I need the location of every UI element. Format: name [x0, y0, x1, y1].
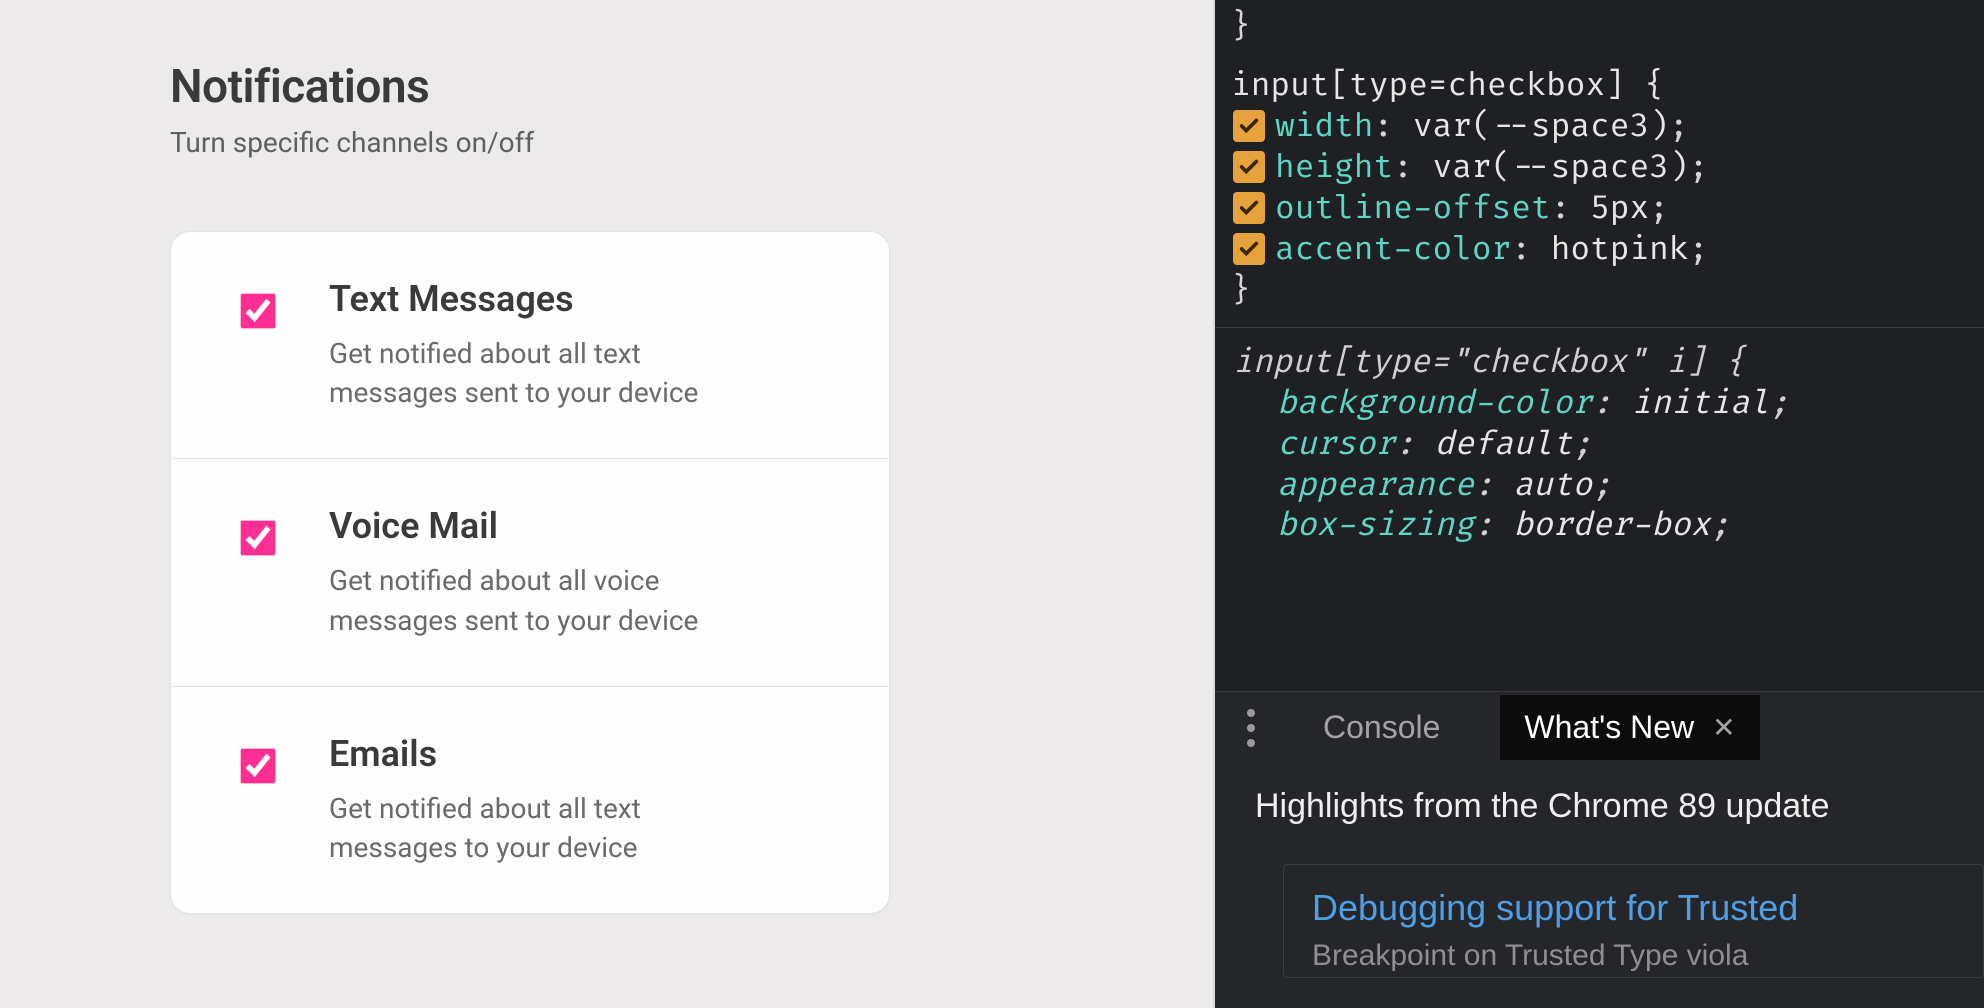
drawer-highlight-card[interactable]: Debugging support for Trusted Breakpoint…: [1283, 864, 1984, 978]
close-icon[interactable]: ✕: [1712, 711, 1735, 744]
declaration-toggle-icon[interactable]: [1233, 151, 1265, 183]
devtools-drawer: Console What's New ✕ Highlights from the…: [1215, 691, 1984, 1008]
checkbox-emails[interactable]: [241, 748, 276, 783]
row-description: Get notified about all text messages to …: [329, 789, 749, 867]
ua-selector: input[type="checkbox" i] {: [1233, 342, 1745, 382]
tab-console[interactable]: Console: [1299, 695, 1464, 760]
styles-user-agent-rule: input[type="checkbox" i] { background-co…: [1215, 328, 1984, 547]
drawer-headline: Highlights from the Chrome 89 update: [1255, 787, 1984, 826]
row-title: Voice Mail: [329, 505, 849, 547]
notifications-row-voice-mail: Voice Mail Get notified about all voice …: [171, 459, 889, 686]
prev-rule-close: }: [1231, 6, 1251, 46]
rule-close-brace: }: [1231, 270, 1251, 310]
checkbox-text-messages[interactable]: [241, 294, 276, 329]
kebab-menu-icon[interactable]: [1239, 709, 1263, 747]
css-selector[interactable]: input[type=checkbox] {: [1231, 65, 1664, 105]
devtools-pane: } input[type=checkbox] { width: var(--sp…: [1215, 0, 1984, 1008]
drawer-subtext: Breakpoint on Trusted Type viola: [1312, 939, 1955, 973]
drawer-tabstrip: Console What's New ✕: [1215, 691, 1984, 763]
styles-author-rule[interactable]: } input[type=checkbox] { width: var(--sp…: [1215, 0, 1984, 328]
row-title: Text Messages: [329, 278, 849, 320]
tab-whats-new[interactable]: What's New ✕: [1500, 695, 1759, 760]
drawer-body: Highlights from the Chrome 89 update Deb…: [1215, 763, 1984, 1008]
page-subtitle: Turn specific channels on/off: [170, 126, 1043, 159]
css-declaration[interactable]: outline-offset: 5px;: [1231, 188, 1984, 229]
row-title: Emails: [329, 733, 849, 775]
rendered-page: Notifications Turn specific channels on/…: [0, 0, 1215, 1008]
row-description: Get notified about all text messages sen…: [329, 334, 749, 412]
tab-label: What's New: [1524, 709, 1694, 746]
css-declaration[interactable]: width: var(--space3);: [1231, 106, 1984, 147]
declaration-toggle-icon[interactable]: [1233, 110, 1265, 142]
page-title: Notifications: [170, 60, 1043, 114]
notifications-row-emails: Emails Get notified about all text messa…: [171, 687, 889, 913]
notifications-card: Text Messages Get notified about all tex…: [170, 231, 890, 914]
checkbox-voice-mail[interactable]: [241, 521, 276, 556]
css-declaration[interactable]: height: var(--space3);: [1231, 147, 1984, 188]
drawer-link[interactable]: Debugging support for Trusted: [1312, 887, 1955, 929]
css-declaration[interactable]: accent-color: hotpink;: [1231, 229, 1984, 270]
declaration-toggle-icon[interactable]: [1233, 233, 1265, 265]
declaration-toggle-icon[interactable]: [1233, 192, 1265, 224]
row-description: Get notified about all voice messages se…: [329, 561, 749, 639]
notifications-row-text-messages: Text Messages Get notified about all tex…: [171, 232, 889, 459]
